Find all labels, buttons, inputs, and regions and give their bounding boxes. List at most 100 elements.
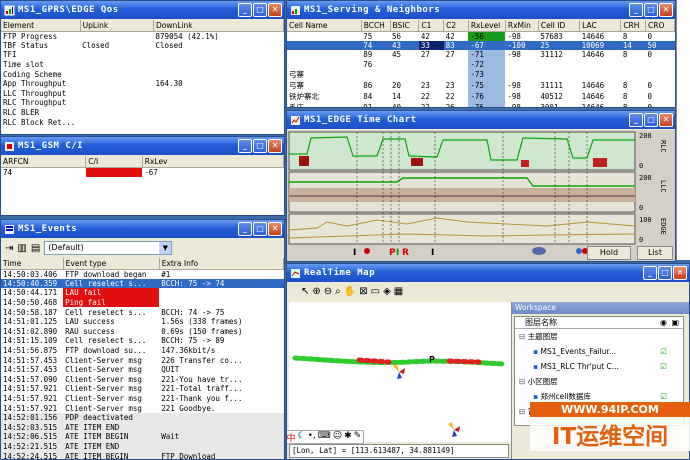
export-icon[interactable]: ▤ bbox=[31, 243, 40, 254]
table-row[interactable]: 74 -67 bbox=[1, 167, 284, 177]
table-row[interactable]: 14:50:58.187 Cell reselect s... BCCH: 74 -… bbox=[1, 307, 284, 317]
column-header[interactable]: Cell ID bbox=[538, 20, 581, 32]
column-header[interactable]: C1 bbox=[418, 20, 445, 32]
column-header[interactable]: CRH bbox=[620, 20, 647, 32]
filter-icon[interactable]: ⇥ bbox=[5, 243, 13, 254]
column-header[interactable]: Element bbox=[1, 20, 81, 32]
table-row[interactable]: 14:50:03.406 FTP download began #1 bbox=[1, 269, 284, 279]
workspace-titlebar[interactable]: Workspace bbox=[512, 302, 689, 314]
column-header[interactable]: UpLink bbox=[80, 20, 155, 32]
columns-icon[interactable]: ▥ bbox=[17, 243, 26, 254]
person-icon[interactable]: ☺ bbox=[333, 431, 342, 443]
table-row[interactable]: 14:50:50.468 Ping fail bbox=[1, 297, 284, 308]
table-row[interactable]: 14:52:21.515 ATE ITEM END bbox=[1, 441, 284, 452]
column-header[interactable]: Cell Name bbox=[287, 20, 362, 32]
filter-select[interactable]: (Default) ▼ bbox=[44, 241, 173, 255]
column-header[interactable]: BCCH bbox=[361, 20, 391, 32]
minimize-button[interactable]: _ bbox=[238, 3, 252, 17]
table-row[interactable]: LLC Throughput bbox=[1, 89, 284, 99]
table-row[interactable]: 14:51:15.109 Cell reselect s... BCCH: 75 -… bbox=[1, 336, 284, 346]
table-row[interactable]: Time slot bbox=[1, 60, 284, 70]
table-row[interactable]: FTP Progress 879054 (42.1%) bbox=[1, 31, 284, 41]
layer-item[interactable]: ▪ MS1_RLC Thr'put C... ☑ bbox=[515, 359, 683, 374]
column-header[interactable]: BSIC bbox=[390, 20, 420, 32]
table-row[interactable]: 毛庄 91 40 22 26 -76 -98 3001 14646 8 0 bbox=[287, 102, 675, 107]
table-row[interactable]: App Throughput 164.30 bbox=[1, 79, 284, 89]
maximize-button[interactable]: □ bbox=[658, 266, 672, 280]
layer-icon[interactable]: ▦ bbox=[394, 286, 403, 300]
maximize-button[interactable]: □ bbox=[253, 3, 267, 17]
table-row[interactable]: 14:52:24.515 ATE ITEM BEGIN FTP Download bbox=[1, 451, 284, 459]
map-titlebar[interactable]: RealTime Map _ □ ✕ bbox=[287, 264, 689, 282]
table-row[interactable]: 14:51:56.875 FTP download su... 147.36kbit… bbox=[1, 346, 284, 356]
close-button[interactable]: ✕ bbox=[268, 3, 282, 17]
list-button[interactable]: List bbox=[637, 246, 673, 260]
pointer-icon[interactable]: ↖ bbox=[301, 286, 309, 300]
column-header[interactable]: RxLev bbox=[142, 156, 284, 168]
close-button[interactable]: ✕ bbox=[268, 222, 282, 236]
events-titlebar[interactable]: MS1_Events _ □ ✕ bbox=[1, 220, 284, 238]
column-header[interactable]: LAC bbox=[579, 20, 622, 32]
table-row[interactable]: 14:52:06.515 ATE ITEM BEGIN Wait bbox=[1, 432, 284, 442]
minimize-button[interactable]: _ bbox=[629, 3, 643, 17]
layer-item[interactable]: ⊟ 小区图层 bbox=[515, 374, 683, 389]
table-row[interactable]: TBF Status Closed Closed bbox=[1, 41, 284, 51]
qos-titlebar[interactable]: MS1_GPRS\EDGE Qos _ □ ✕ bbox=[1, 1, 284, 19]
table-row[interactable]: 14:50:40.359 Cell reselect s... BCCH: 75 -… bbox=[1, 278, 284, 289]
minimize-button[interactable]: _ bbox=[643, 266, 657, 280]
table-row[interactable]: RLC Block Ret... bbox=[1, 117, 284, 127]
eye-icon[interactable]: ◉ bbox=[660, 317, 667, 328]
minimize-button[interactable]: _ bbox=[629, 113, 643, 127]
table-row[interactable]: 弓寨 -73 bbox=[287, 69, 675, 81]
table-row[interactable]: 14:51:01.125 LAU success 1.56s (338 frames… bbox=[1, 317, 284, 327]
visibility-checkbox[interactable]: ☑ bbox=[660, 359, 667, 374]
table-row[interactable]: 14:51:57.921 Client-Server msg 221-Thank y… bbox=[1, 394, 284, 404]
table-row[interactable]: 76 -72 bbox=[287, 59, 675, 70]
column-header[interactable]: ARFCN bbox=[1, 156, 87, 168]
keyboard-icon[interactable]: ⌨ bbox=[318, 431, 331, 443]
layer-item[interactable]: ⊟ 主题图层 bbox=[515, 329, 683, 344]
settings-icon[interactable]: ✱ bbox=[344, 431, 352, 443]
chevron-down-icon[interactable]: ▼ bbox=[159, 242, 172, 254]
info-icon[interactable]: ◈ bbox=[383, 286, 391, 300]
maximize-button[interactable]: □ bbox=[253, 222, 267, 236]
table-row[interactable]: RLC BLER bbox=[1, 108, 284, 118]
table-row[interactable]: 14:51:57.453 Client-Server msg 226 Transfe… bbox=[1, 355, 284, 365]
table-row[interactable]: 14:51:57.453 Client-Server msg QUIT bbox=[1, 365, 284, 375]
minimize-button[interactable]: _ bbox=[238, 222, 252, 236]
moon-icon[interactable]: ☾ bbox=[298, 431, 306, 443]
table-row[interactable]: 铁炉寨北 84 14 22 22 -76 -98 40512 14646 8 0 bbox=[287, 91, 675, 103]
column-header[interactable]: DownLink bbox=[153, 20, 284, 32]
column-header[interactable]: C2 bbox=[443, 20, 469, 32]
table-row[interactable]: 14:51:57.921 Client-Server msg 221 Goodbye… bbox=[1, 403, 284, 413]
table-row[interactable]: 14:51:02.890 RAU success 0.69s (150 frames… bbox=[1, 327, 284, 337]
zoom-in-icon[interactable]: ⊕ bbox=[312, 286, 320, 300]
close-button[interactable]: ✕ bbox=[673, 266, 687, 280]
maximize-button[interactable]: □ bbox=[253, 139, 267, 153]
search-icon[interactable]: ⌕ bbox=[335, 286, 341, 300]
layer-item[interactable]: ▪ MS1_Events_Failur... ☑ bbox=[515, 344, 683, 359]
gsm-titlebar[interactable]: MS1_GSM C/I _ □ ✕ bbox=[1, 137, 284, 155]
column-header[interactable]: CRO bbox=[645, 20, 675, 32]
table-row[interactable]: 14:50:44.171 LAU fail bbox=[1, 288, 284, 298]
lock-icon[interactable]: ▣ bbox=[671, 317, 679, 328]
table-row[interactable]: 74 43 33 83 -67 -100 25 10069 14 50 bbox=[287, 40, 675, 51]
close-button[interactable]: ✕ bbox=[659, 113, 673, 127]
column-header[interactable]: RxLevel bbox=[468, 20, 506, 32]
table-row[interactable]: Coding Scheme bbox=[1, 69, 284, 79]
table-row[interactable]: RLC Throughput bbox=[1, 98, 284, 108]
punct-icon[interactable]: •, bbox=[308, 431, 316, 443]
table-row[interactable]: TFI bbox=[1, 50, 284, 60]
tools-icon[interactable]: ✎ bbox=[354, 431, 362, 443]
table-row[interactable]: 14:52:01.156 PDP deactivated bbox=[1, 412, 284, 423]
table-row[interactable]: 14:51:57.090 Client-Server msg 221-You hav… bbox=[1, 375, 284, 385]
ime-lang-icon[interactable]: 中 bbox=[287, 431, 296, 444]
table-row[interactable]: 89 45 27 27 -71 -98 31112 14646 8 0 bbox=[287, 50, 675, 60]
column-header[interactable]: Event type bbox=[63, 258, 160, 270]
serving-titlebar[interactable]: MS1_Serving & Neighbors _ □ ✕ bbox=[287, 1, 675, 19]
column-header[interactable]: C/I bbox=[85, 156, 143, 168]
measure-icon[interactable]: ▭ bbox=[371, 286, 380, 300]
column-header[interactable]: Time bbox=[1, 258, 64, 270]
visibility-checkbox[interactable]: ☑ bbox=[660, 344, 667, 359]
table-row[interactable]: 弓寨 86 20 23 23 -75 -98 31111 14646 8 0 bbox=[287, 80, 675, 92]
